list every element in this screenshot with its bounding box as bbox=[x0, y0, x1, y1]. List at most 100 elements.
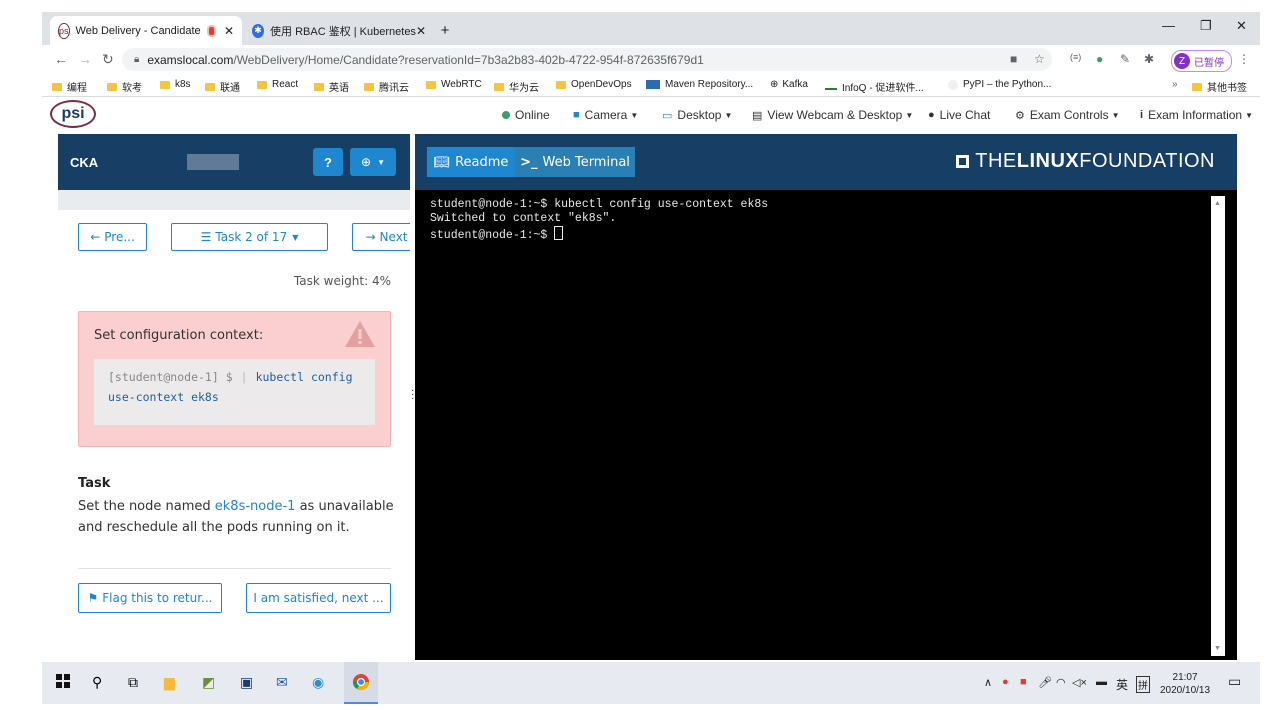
flag-task-button[interactable]: ⚑ Flag this to retur... bbox=[78, 583, 222, 613]
desktop-menu[interactable]: ▭ Desktop ▼ bbox=[662, 108, 732, 122]
new-tab-button[interactable]: + bbox=[432, 16, 458, 45]
live-chat-button[interactable]: ● Live Chat bbox=[928, 108, 990, 122]
scroll-up-icon[interactable]: ▲ bbox=[1214, 200, 1221, 207]
app-icon[interactable]: ▣ bbox=[240, 674, 253, 691]
bookmark-folder[interactable]: 华为云 bbox=[494, 79, 539, 94]
address-bar[interactable]: 🔒︎ examslocal.com/WebDelivery/Home/Candi… bbox=[122, 48, 1052, 71]
app-icon[interactable]: ◩ bbox=[202, 674, 215, 691]
node-name[interactable]: ek8s-node-1 bbox=[215, 499, 296, 514]
bookmark-folder[interactable]: k8s bbox=[160, 79, 191, 90]
terminal-output[interactable]: student@node-1:~$ kubectl config use-con… bbox=[430, 198, 768, 243]
bookmark-folder[interactable]: WebRTC bbox=[426, 79, 482, 90]
chat-bubble-icon: ● bbox=[928, 109, 935, 121]
other-bookmarks[interactable]: 其他书签 bbox=[1192, 79, 1247, 94]
extension-puzzle-alt-icon[interactable]: ✎ bbox=[1120, 52, 1130, 66]
terminal-icon: >_ bbox=[520, 154, 538, 170]
language-button[interactable]: ⊕ ▼ bbox=[350, 148, 396, 176]
terminal-scrollbar[interactable]: ▲ ▼ bbox=[1211, 196, 1225, 656]
tab-web-terminal[interactable]: >_ Web Terminal bbox=[515, 147, 635, 177]
bookmarks-overflow-button[interactable]: » bbox=[1172, 79, 1178, 90]
caret-down-icon: ▼ bbox=[292, 232, 299, 242]
notification-icon[interactable]: ▭ bbox=[1228, 673, 1241, 690]
exam-controls-menu[interactable]: ⚙ Exam Controls ▼ bbox=[1015, 108, 1120, 122]
url-host: examslocal.com bbox=[147, 52, 234, 67]
online-dot-icon bbox=[502, 111, 510, 119]
arrow-left-icon: ← bbox=[90, 230, 101, 244]
bookmark-folder[interactable]: React bbox=[257, 79, 298, 90]
tray-overflow-icon[interactable]: ∧ bbox=[984, 676, 992, 689]
restore-window-icon[interactable]: ❐ bbox=[1200, 18, 1212, 34]
battery-icon[interactable]: ▬ bbox=[1096, 676, 1107, 688]
lf-square-icon bbox=[956, 155, 970, 168]
edge-browser-icon[interactable]: ◉ bbox=[312, 674, 324, 691]
view-webcam-desktop-menu[interactable]: ▤ View Webcam & Desktop ▼ bbox=[752, 108, 913, 122]
folder-icon bbox=[52, 82, 62, 91]
search-icon[interactable]: ⚲ bbox=[92, 674, 102, 691]
extensions-puzzle-icon[interactable]: ✱ bbox=[1144, 52, 1154, 66]
online-status: Online bbox=[502, 108, 550, 122]
bookmark-folder[interactable]: 腾讯云 bbox=[364, 79, 409, 94]
browser-tab-web-delivery[interactable]: ps Web Delivery - Candidate ✕ bbox=[50, 16, 242, 45]
close-window-icon[interactable]: ✕ bbox=[1236, 18, 1247, 34]
back-arrow-icon[interactable]: ← bbox=[54, 51, 68, 67]
drag-handle-icon: · · · bbox=[411, 385, 415, 404]
close-tab-icon[interactable]: ✕ bbox=[416, 24, 426, 38]
folder-icon bbox=[364, 82, 374, 91]
bookmark-link[interactable]: ⊕ Kafka bbox=[770, 79, 808, 90]
wifi-icon[interactable]: ◠ bbox=[1056, 676, 1066, 689]
redacted-candidate-name bbox=[187, 154, 239, 170]
close-tab-icon[interactable]: ✕ bbox=[224, 24, 234, 38]
browser-menu-icon[interactable]: ⋮ bbox=[1238, 52, 1250, 66]
film-icon: ▤ bbox=[752, 109, 763, 122]
reload-icon[interactable]: ↻ bbox=[102, 51, 114, 68]
tray-app-icon[interactable]: ■ bbox=[1020, 676, 1027, 688]
camera-menu[interactable]: ■ Camera ▼ bbox=[573, 108, 638, 122]
scroll-down-icon[interactable]: ▼ bbox=[1214, 645, 1221, 652]
tray-app-icon[interactable]: ● bbox=[1002, 676, 1009, 688]
task-view-icon[interactable]: ⧉ bbox=[128, 674, 138, 691]
lock-icon: 🔒︎ bbox=[134, 54, 140, 65]
file-explorer-icon[interactable]: ▆ bbox=[164, 674, 175, 691]
bookmark-star-icon[interactable]: ☆ bbox=[1034, 52, 1045, 66]
bookmark-folder[interactable]: 编程 bbox=[52, 79, 87, 94]
satisfied-next-button[interactable]: I am satisfied, next ... bbox=[246, 583, 391, 613]
forward-arrow-icon[interactable]: → bbox=[78, 51, 92, 67]
linux-foundation-logo: THE LINUX FOUNDATION bbox=[956, 150, 1215, 173]
gears-icon: ⚙ bbox=[1015, 109, 1025, 122]
task-selector-dropdown[interactable]: ☰ Task 2 of 17 ▼ bbox=[171, 223, 328, 251]
previous-task-button[interactable]: ← Pre... bbox=[78, 223, 147, 251]
bookmark-folder[interactable]: 联通 bbox=[205, 79, 240, 94]
chrome-taskbar-icon[interactable] bbox=[344, 662, 378, 704]
folder-icon bbox=[107, 82, 117, 91]
context-command-block[interactable]: [student@node-1] $ | kubectl config use-co… bbox=[94, 359, 375, 425]
help-button[interactable]: ? bbox=[313, 148, 343, 176]
list-icon: ☰ bbox=[200, 230, 212, 244]
evernote-extension-icon[interactable]: ● bbox=[1096, 52, 1103, 66]
windows-start-icon[interactable] bbox=[56, 674, 70, 688]
terminal-panel-header: 📖︎ Readme >_ Web Terminal THE LINUX FOUNDATI… bbox=[415, 134, 1237, 190]
browser-tab-strip: ps Web Delivery - Candidate ✕ ✱ 使用 RBAC … bbox=[42, 12, 1260, 45]
taskbar-clock[interactable]: 21:07 2020/10/13 bbox=[1160, 671, 1210, 697]
bookmark-folder[interactable]: OpenDevOps bbox=[556, 79, 632, 90]
bookmark-folder[interactable]: 软考 bbox=[107, 79, 142, 94]
url-path: /WebDelivery/Home/Candidate?reservationI… bbox=[233, 52, 704, 67]
terminal-panel: 📖︎ Readme >_ Web Terminal THE LINUX FOUNDATI… bbox=[415, 134, 1237, 660]
bookmark-folder[interactable]: 英语 bbox=[314, 79, 349, 94]
bookmark-link[interactable]: PyPI – the Python... bbox=[948, 79, 1051, 90]
tab-readme[interactable]: 📖︎ Readme bbox=[427, 147, 515, 177]
camera-in-use-icon[interactable]: ■ bbox=[1010, 52, 1017, 66]
volume-muted-icon[interactable]: ◁× bbox=[1072, 676, 1087, 689]
ime-mode[interactable]: 拼 bbox=[1136, 676, 1150, 693]
ime-language[interactable]: 英 bbox=[1116, 676, 1128, 693]
minimize-window-icon[interactable]: — bbox=[1162, 18, 1175, 33]
bookmark-link[interactable]: Maven Repository... bbox=[646, 79, 753, 90]
exam-information-menu[interactable]: i Exam Information ▼ bbox=[1140, 108, 1253, 122]
browser-tab-rbac[interactable]: ✱ 使用 RBAC 鉴权 | Kubernetes ✕ bbox=[244, 16, 434, 45]
mail-icon[interactable]: ✉ bbox=[276, 674, 288, 691]
microphone-icon[interactable]: 🎤︎ bbox=[1038, 676, 1052, 689]
web-terminal[interactable]: student@node-1:~$ kubectl config use-con… bbox=[415, 190, 1237, 660]
globe-icon: ⊕ bbox=[770, 79, 779, 90]
bookmark-link[interactable]: InfoQ - 促进软件... bbox=[825, 79, 924, 94]
profile-button[interactable]: Z 已暂停 bbox=[1171, 50, 1232, 72]
extension-icon[interactable]: (≡) bbox=[1070, 52, 1081, 62]
